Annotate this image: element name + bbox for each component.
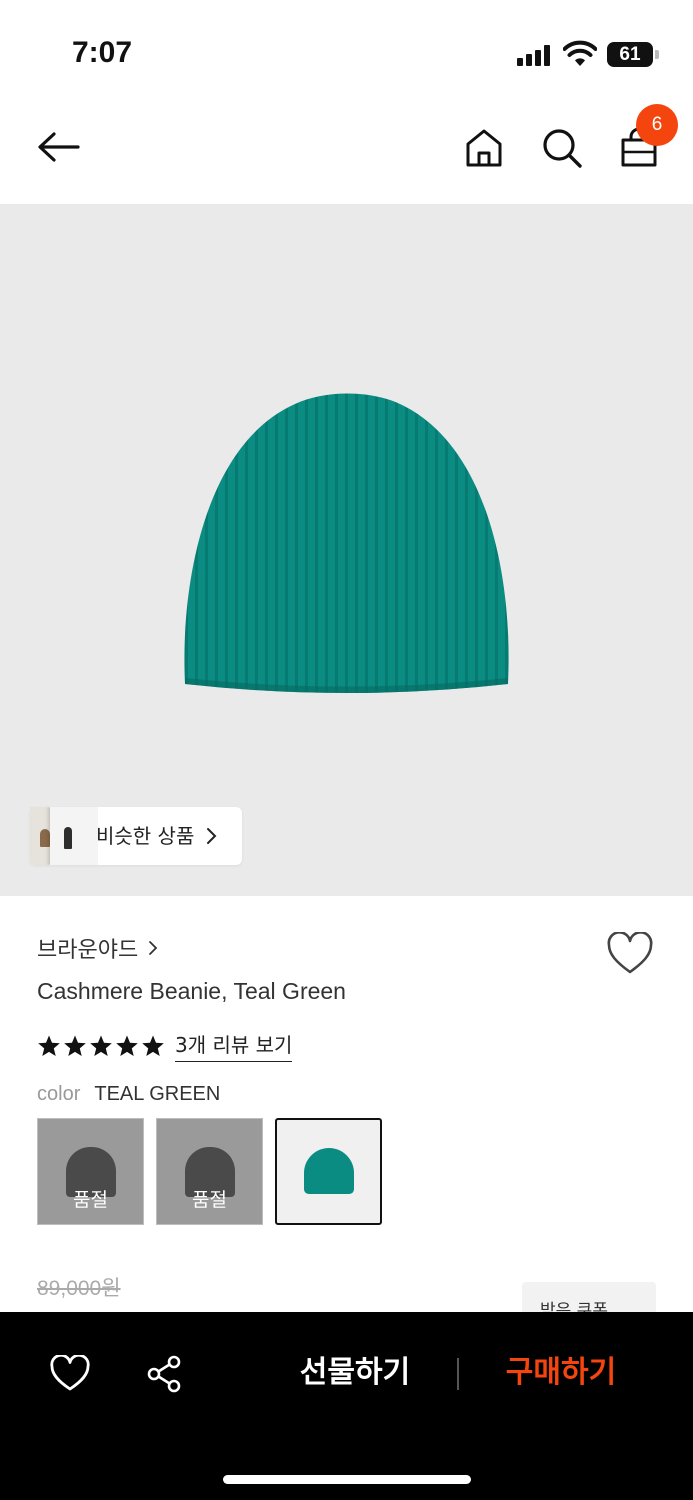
gift-button[interactable]: 선물하기: [290, 1350, 420, 1396]
chevron-right-icon: [207, 828, 217, 844]
similar-thumbnail: [30, 807, 52, 865]
view-reviews-link[interactable]: 3개 리뷰 보기: [175, 1029, 293, 1062]
star-rating: [37, 1034, 165, 1058]
star-icon: [38, 1035, 60, 1056]
star-icon: [90, 1035, 112, 1056]
divider: [457, 1358, 459, 1390]
status-time: 7:07: [72, 36, 133, 69]
swatch-hat-thumbnail: [304, 1148, 354, 1194]
brand-name: 브라운야드: [37, 938, 139, 963]
star-icon: [116, 1035, 138, 1056]
star-icon: [64, 1035, 86, 1056]
product-image[interactable]: 비슷한 상품: [0, 204, 693, 896]
soldout-label: 품절: [73, 1189, 108, 1211]
star-icon: [142, 1035, 164, 1056]
battery-cap: [655, 50, 659, 59]
cellular-signal-icon: [517, 44, 550, 66]
beanie-illustration: [184, 393, 509, 693]
similar-products-label: 비슷한 상품: [96, 824, 195, 848]
share-icon[interactable]: [146, 1355, 184, 1393]
search-icon[interactable]: [541, 127, 583, 169]
similar-thumbnail: [50, 807, 98, 865]
home-icon[interactable]: [464, 127, 504, 169]
top-navigation: 6: [0, 100, 693, 203]
heart-icon[interactable]: [606, 932, 654, 976]
wifi-icon: [563, 40, 597, 66]
rating-row: 3개 리뷰 보기: [37, 1029, 293, 1062]
brand-link[interactable]: 브라운야드: [37, 932, 158, 964]
product-title: Cashmere Beanie, Teal Green: [37, 978, 346, 1004]
color-swatch-soldout[interactable]: 품절: [156, 1118, 263, 1225]
buy-button[interactable]: 구매하기: [496, 1350, 626, 1396]
battery-indicator: 61: [607, 42, 653, 67]
chevron-right-icon: [149, 941, 158, 955]
home-indicator: [223, 1475, 471, 1484]
color-swatches: 품절 품절: [37, 1118, 382, 1225]
status-bar: 7:07 61: [0, 0, 693, 100]
color-option-label: color: [37, 1083, 81, 1105]
color-option-row: color TEAL GREEN: [37, 1083, 220, 1106]
original-price: 89,000원: [37, 1277, 121, 1300]
selected-color-value: TEAL GREEN: [94, 1083, 221, 1105]
color-swatch-teal-selected[interactable]: [275, 1118, 382, 1225]
cart-count-badge: 6: [636, 104, 678, 146]
bottom-action-bar: 선물하기 구매하기: [0, 1312, 693, 1500]
soldout-label: 품절: [192, 1189, 227, 1211]
similar-products-thumbnails: [30, 807, 98, 865]
heart-icon[interactable]: [50, 1355, 90, 1393]
color-swatch-soldout[interactable]: 품절: [37, 1118, 144, 1225]
back-icon[interactable]: [34, 127, 84, 167]
similar-products-button[interactable]: 비슷한 상품: [30, 807, 242, 865]
